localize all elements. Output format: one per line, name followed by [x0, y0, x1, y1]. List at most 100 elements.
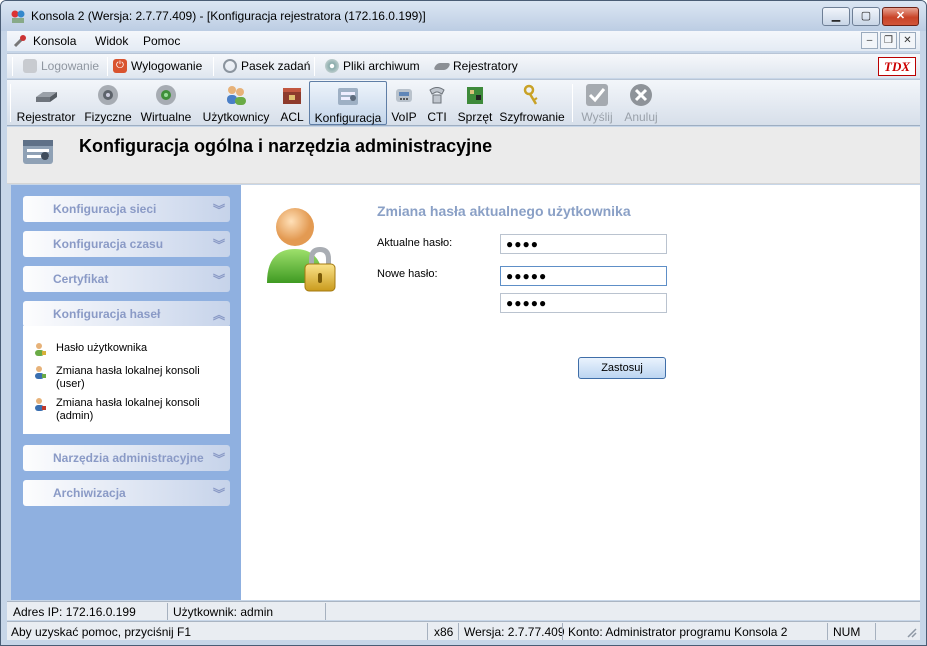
toolbar-konfiguracja-label: Konfiguracja: [314, 111, 382, 125]
toolbar-szyfrowanie-label: Szyfrowanie: [499, 110, 565, 124]
close-button[interactable]: ✕: [882, 7, 919, 26]
menu-konsola[interactable]: Konsola: [33, 34, 76, 48]
link-zmiana-hasla-admin[interactable]: Zmiana hasła lokalnej konsoli (admin): [33, 397, 223, 423]
wylogowanie-label: Wylogowanie: [131, 59, 203, 73]
separator: [427, 623, 428, 640]
separator: [458, 623, 459, 640]
recorder-icon: [432, 62, 452, 70]
admin-icon: [35, 398, 46, 411]
separator: [213, 57, 214, 76]
cancel-icon: [630, 84, 652, 106]
menu-bar: Konsola Widok Pomoc – ❐ ✕: [7, 31, 920, 51]
current-password-label: Aktualne hasło:: [377, 237, 453, 249]
separator: [572, 84, 573, 122]
section-narzedzia-administracyjne[interactable]: Narzędzia administracyjne ︾: [23, 445, 230, 471]
toolbar-anuluj[interactable]: Anuluj: [621, 81, 661, 125]
chevron-down-icon[interactable]: ︾: [213, 271, 225, 288]
logowanie-button[interactable]: Logowanie: [23, 59, 99, 73]
pasek-zadan-button[interactable]: Pasek zadań: [223, 59, 310, 73]
maximize-button[interactable]: ▢: [852, 7, 880, 26]
section-label: Konfiguracja czasu: [53, 237, 164, 251]
architecture: x86: [434, 625, 454, 639]
current-password-field[interactable]: ●●●●: [500, 234, 667, 254]
voip-icon: [396, 89, 412, 102]
toolbar-sprzet[interactable]: Sprzęt: [455, 81, 495, 125]
pliki-archiwum-button[interactable]: Pliki archiwum: [325, 59, 420, 73]
mdi-close-button[interactable]: ✕: [899, 32, 916, 49]
toolbar-sprzet-label: Sprzęt: [457, 110, 493, 124]
disc-icon: [325, 59, 339, 73]
rejestratory-button[interactable]: Rejestratory: [432, 59, 518, 73]
section-label: Konfiguracja sieci: [53, 202, 157, 216]
hardware-icon: [467, 87, 483, 104]
section-archiwizacja[interactable]: Archiwizacja ︾: [23, 480, 230, 506]
resize-grip-icon[interactable]: [905, 626, 917, 638]
toolbar-voip[interactable]: VoIP: [389, 81, 419, 125]
menu-widok[interactable]: Widok: [95, 34, 128, 48]
menu-pomoc[interactable]: Pomoc: [143, 34, 180, 48]
toolbar-konfiguracja[interactable]: Konfiguracja: [309, 81, 387, 125]
sidebar: Konfiguracja sieci ︾ Konfiguracja czasu …: [11, 185, 241, 600]
separator: [10, 84, 11, 122]
minimize-button[interactable]: ▁: [822, 7, 850, 26]
wylogowanie-button[interactable]: ⏻ Wylogowanie: [113, 59, 202, 73]
chevron-down-icon[interactable]: ︾: [213, 485, 225, 502]
toolbar-wirtualne[interactable]: Wirtualne: [137, 81, 195, 125]
section-konfiguracja-sieci[interactable]: Konfiguracja sieci ︾: [23, 196, 230, 222]
separator: [827, 623, 828, 640]
toolbar-wyslij[interactable]: Wyślij: [579, 81, 615, 125]
chevron-down-icon[interactable]: ︾: [213, 236, 225, 253]
main-panel: Zmiana hasła aktualnego użytkownika Aktu…: [241, 185, 920, 600]
toolbar-rejestrator[interactable]: Rejestrator: [15, 81, 77, 125]
page-title: Konfiguracja ogólna i narzędzia administ…: [79, 136, 493, 156]
separator: [107, 57, 108, 76]
toolbar-fizyczne[interactable]: Fizyczne: [83, 81, 133, 125]
link-zmiana-hasla-user[interactable]: Zmiana hasła lokalnej konsoli (user): [33, 365, 223, 391]
logowanie-label: Logowanie: [41, 59, 100, 73]
toolbar-acl[interactable]: ACL: [277, 81, 307, 125]
link-label: Zmiana hasła lokalnej konsoli (admin): [56, 397, 200, 422]
toolbar-szyfrowanie[interactable]: Szyfrowanie: [499, 81, 565, 125]
section-konfiguracja-czasu[interactable]: Konfiguracja czasu ︾: [23, 231, 230, 257]
mdi-controls: – ❐ ✕: [861, 32, 916, 49]
separator: [167, 603, 168, 620]
apply-button[interactable]: Zastosuj: [578, 357, 666, 379]
separator: [12, 57, 13, 76]
link-haslo-uzytkownika[interactable]: Hasło użytkownika: [33, 342, 147, 356]
pasek-zadan-label: Pasek zadań: [241, 59, 311, 73]
app-icon: [11, 10, 25, 23]
chevron-down-icon[interactable]: ︾: [213, 450, 225, 467]
quick-toolbar: Logowanie ⏻ Wylogowanie Pasek zadań Plik…: [7, 53, 920, 78]
cti-icon: [429, 87, 445, 104]
chevron-down-icon[interactable]: ︾: [213, 201, 225, 218]
mdi-minimize-button[interactable]: –: [861, 32, 878, 49]
section-certyfikat[interactable]: Certyfikat ︾: [23, 266, 230, 292]
chevron-up-icon[interactable]: ︽: [213, 306, 225, 323]
section-konfiguracja-hasel[interactable]: Konfiguracja haseł ︽: [23, 301, 230, 327]
toolbar-fizyczne-label: Fizyczne: [84, 110, 132, 124]
separator: [314, 57, 315, 76]
new-password-field[interactable]: ●●●●●: [500, 266, 667, 286]
user-icon: [35, 366, 46, 379]
acl-icon: [283, 88, 301, 104]
confirm-password-field[interactable]: ●●●●●: [500, 293, 667, 313]
link-label: Hasło użytkownika: [56, 342, 148, 354]
main-toolbar: Rejestrator Fizyczne Wirtualne Użytkowni…: [7, 79, 920, 126]
mdi-restore-button[interactable]: ❐: [880, 32, 897, 49]
toolbar-cti[interactable]: CTI: [423, 81, 451, 125]
speaker-green-icon: [156, 85, 176, 105]
key-icon: [23, 59, 37, 73]
logged-user: Użytkownik: admin: [173, 605, 274, 619]
link-label: Zmiana hasła lokalnej konsoli (user): [56, 365, 200, 390]
user-icon: [35, 343, 46, 356]
help-hint: Aby uzyskać pomoc, przyciśnij F1: [11, 625, 192, 639]
section-label: Konfiguracja haseł: [53, 307, 161, 321]
keys-icon: [523, 84, 538, 105]
tdx-logo: TDX: [878, 57, 916, 76]
section-konfiguracja-hasel-body: Hasło użytkownika Zmiana hasła lokalnej …: [23, 326, 230, 434]
status-bar: Aby uzyskać pomoc, przyciśnij F1 x86 Wer…: [7, 621, 920, 640]
title-bar[interactable]: Konsola 2 (Wersja: 2.7.77.409) - [Konfig…: [1, 1, 926, 31]
version: Wersja: 2.7.77.409: [464, 625, 565, 639]
toolbar-wirtualne-label: Wirtualne: [140, 110, 192, 124]
toolbar-uzytkownicy[interactable]: Użytkownicy: [201, 81, 271, 125]
